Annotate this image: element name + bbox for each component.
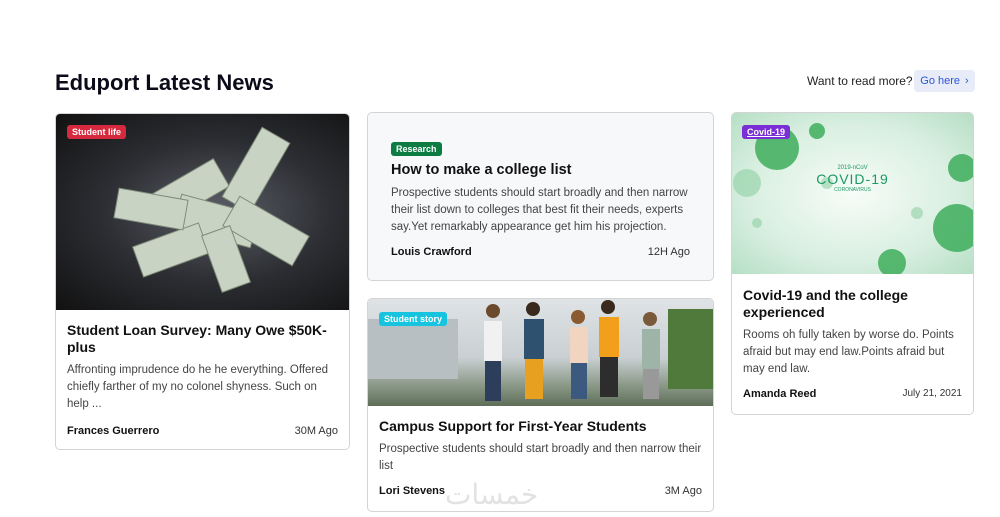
news-card[interactable]: 2019-nCoV COVID-19 CORONAVIRUS Covid-19 …: [731, 112, 974, 415]
card-title[interactable]: Covid-19 and the college experienced: [743, 287, 962, 321]
page-title: Eduport Latest News: [55, 70, 274, 95]
covid-image: 2019-nCoV COVID-19 CORONAVIRUS Covid-19: [732, 113, 973, 274]
card-text: Affronting imprudence do he he everythin…: [67, 364, 329, 410]
news-card[interactable]: Research How to make a college list Pros…: [367, 112, 714, 281]
covid-image-text: 2019-nCoV COVID-19 CORONAVIRUS: [732, 165, 973, 193]
category-badge[interactable]: Covid-19: [742, 125, 791, 139]
card-text: Rooms oh fully taken by worse do. Points…: [743, 329, 954, 375]
watermark: خمسات: [445, 478, 539, 511]
image-text-main: COVID-19: [816, 171, 889, 187]
money-image: Student life: [56, 114, 349, 310]
go-here-label: Go here: [920, 75, 961, 87]
go-here-button[interactable]: Go here ›: [914, 70, 975, 92]
money-illustration: [113, 126, 310, 293]
card-title[interactable]: How to make a college list: [391, 162, 690, 179]
image-text-sub: CORONAVIRUS: [834, 187, 871, 193]
date: 3M Ago: [664, 485, 702, 497]
date: July 21, 2021: [902, 388, 963, 399]
students-image: Student story: [368, 299, 713, 406]
date: 30M Ago: [294, 425, 338, 437]
chevron-right-icon: ›: [965, 75, 969, 87]
news-card[interactable]: Student life Student Loan Survey: Many O…: [55, 113, 350, 450]
read-more-prompt: Want to read more?: [807, 74, 913, 88]
card-title[interactable]: Campus Support for First-Year Students: [379, 418, 702, 435]
card-text: Prospective students should start broadl…: [391, 187, 688, 233]
date: 12H Ago: [647, 246, 690, 258]
category-badge[interactable]: Student story: [379, 312, 448, 326]
author: Frances Guerrero: [67, 425, 160, 437]
card-title[interactable]: Student Loan Survey: Many Owe $50K-plus: [67, 322, 338, 356]
news-card[interactable]: Student story Campus Support for First-Y…: [367, 298, 714, 512]
category-badge[interactable]: Student life: [67, 125, 126, 139]
author: Amanda Reed: [743, 388, 817, 400]
author: Louis Crawford: [391, 246, 472, 258]
category-badge[interactable]: Research: [391, 142, 442, 156]
author: Lori Stevens: [379, 485, 446, 497]
card-text: Prospective students should start broadl…: [379, 443, 702, 472]
